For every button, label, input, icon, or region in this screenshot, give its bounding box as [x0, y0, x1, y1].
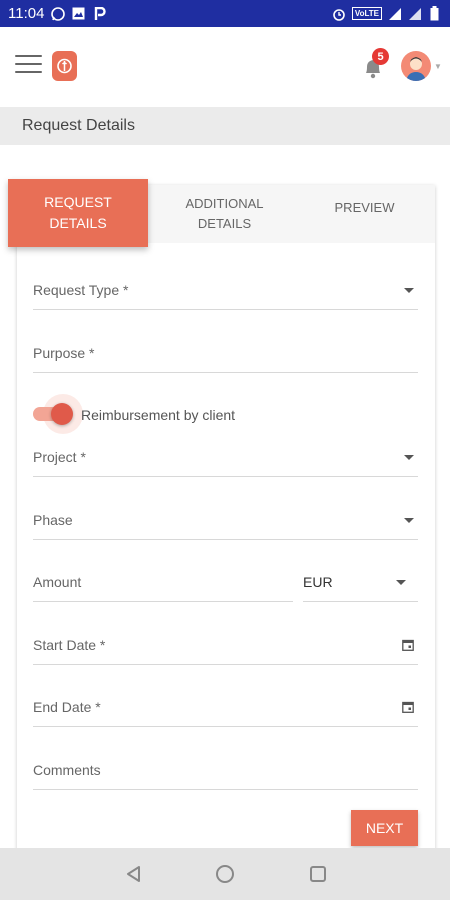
- tab-additional-details[interactable]: ADDITIONAL DETAILS: [157, 185, 292, 243]
- amount-label: Amount: [33, 574, 82, 590]
- parking-icon: [92, 6, 107, 21]
- status-right: VoLTE: [332, 6, 442, 21]
- status-left: 11:04: [8, 5, 107, 22]
- home-icon[interactable]: [216, 865, 234, 883]
- reimbursement-toggle-row: Reimbursement by client: [33, 394, 418, 434]
- notification-count-badge: 5: [372, 48, 389, 65]
- page-title-bar: Request Details: [0, 107, 450, 145]
- tab-request-details[interactable]: REQUEST DETAILS: [8, 179, 148, 247]
- whatsapp-icon: [50, 6, 65, 21]
- back-icon[interactable]: [125, 865, 143, 883]
- page-title: Request Details: [22, 117, 135, 134]
- start-date-label: Start Date *: [33, 637, 106, 653]
- signal-icon-secondary: [407, 6, 422, 21]
- calendar-icon[interactable]: [402, 639, 414, 651]
- image-icon: [71, 6, 86, 21]
- next-button[interactable]: NEXT: [351, 810, 418, 846]
- currency-select[interactable]: EUR: [303, 562, 418, 602]
- app-bar: 5 ▼: [0, 27, 450, 107]
- purpose-label: Purpose *: [33, 345, 95, 361]
- comments-label: Comments: [33, 762, 101, 778]
- project-label: Project *: [33, 449, 86, 465]
- project-select[interactable]: Project *: [33, 437, 418, 477]
- comments-input[interactable]: Comments: [33, 750, 418, 790]
- battery-icon: [427, 6, 442, 21]
- signal-icon: [387, 6, 402, 21]
- request-type-label: Request Type *: [33, 282, 129, 298]
- amount-input[interactable]: Amount: [33, 562, 293, 602]
- end-date-label: End Date *: [33, 699, 101, 715]
- start-date-input[interactable]: Start Date *: [33, 625, 418, 665]
- phase-select[interactable]: Phase: [33, 500, 418, 540]
- volte-badge: VoLTE: [351, 7, 382, 20]
- dropdown-caret-icon: [404, 455, 414, 460]
- reimbursement-label: Reimbursement by client: [81, 407, 236, 423]
- system-nav-bar: [0, 848, 450, 900]
- phase-label: Phase: [33, 512, 73, 528]
- request-form-card: ADDITIONAL DETAILS PREVIEW Request Type …: [17, 185, 435, 855]
- user-avatar[interactable]: [401, 51, 431, 81]
- app-logo: [52, 51, 77, 81]
- hamburger-menu-icon[interactable]: [15, 55, 42, 77]
- avatar-dropdown-chevron-icon[interactable]: ▼: [434, 62, 442, 71]
- alarm-icon: [332, 6, 347, 21]
- dropdown-caret-icon: [404, 518, 414, 523]
- dropdown-caret-icon: [404, 288, 414, 293]
- status-time: 11:04: [8, 5, 45, 22]
- calendar-icon[interactable]: [402, 701, 414, 713]
- status-bar: 11:04 VoLTE: [0, 0, 450, 27]
- dropdown-caret-icon: [396, 580, 406, 585]
- notifications-bell-icon[interactable]: 5: [362, 48, 390, 81]
- reimbursement-toggle-knob[interactable]: [51, 403, 73, 425]
- recent-apps-icon[interactable]: [310, 866, 326, 882]
- purpose-input[interactable]: Purpose *: [33, 333, 418, 373]
- end-date-input[interactable]: End Date *: [33, 687, 418, 727]
- tab-preview[interactable]: PREVIEW: [297, 179, 432, 237]
- request-type-select[interactable]: Request Type *: [33, 270, 418, 310]
- currency-value: EUR: [303, 574, 333, 590]
